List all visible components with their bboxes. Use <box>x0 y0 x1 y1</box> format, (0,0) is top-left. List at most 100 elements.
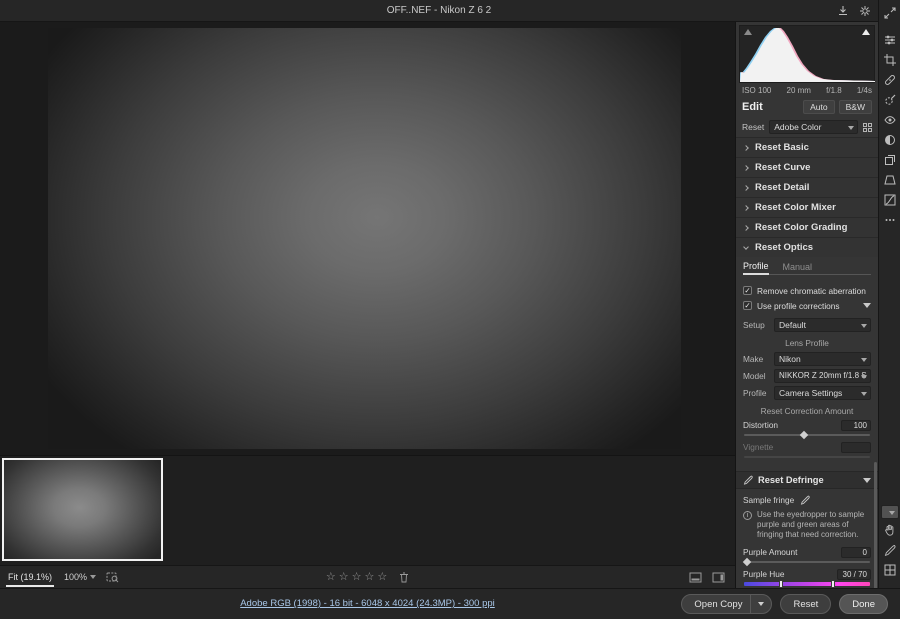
profile-select[interactable]: Adobe Color <box>769 120 858 134</box>
shutter-value: 1/4s <box>856 85 872 95</box>
profile-browser-icon[interactable] <box>863 122 872 132</box>
crop-icon[interactable] <box>881 51 899 69</box>
snapshots-icon[interactable] <box>881 151 899 169</box>
purple-hue-low-thumb[interactable] <box>779 580 784 588</box>
zoom-controls: Fit (19.1%) 100% <box>0 568 119 587</box>
star-rating-5-icon[interactable]: ☆ <box>377 571 387 583</box>
highlight-clipping-icon[interactable] <box>862 29 870 35</box>
distortion-slider-thumb[interactable] <box>800 430 809 440</box>
auto-button[interactable]: Auto <box>803 100 835 114</box>
distortion-slider[interactable] <box>743 430 871 440</box>
edit-sliders-icon[interactable] <box>881 31 899 49</box>
profile-row-label: Reset <box>742 122 765 132</box>
star-rating-3-icon[interactable]: ☆ <box>352 571 362 583</box>
done-button[interactable]: Done <box>839 594 888 614</box>
open-copy-button[interactable]: Open Copy <box>681 594 773 614</box>
purple-hue-high-thumb[interactable] <box>830 580 835 588</box>
footer-bar: Adobe RGB (1998) - 16 bit - 6048 x 4024 … <box>0 588 900 619</box>
tab-manual[interactable]: Manual <box>783 262 813 274</box>
document-title: OFF..NEF - Nikon Z 6 2 <box>386 5 492 16</box>
section-detail[interactable]: Reset Detail <box>736 177 878 197</box>
remove-ca-checkbox[interactable]: ✓ <box>743 286 752 295</box>
model-select[interactable]: NIKKOR Z 20mm f/1.8 S <box>774 368 871 383</box>
remove-ca-label: Remove chromatic aberration <box>757 285 866 296</box>
use-profile-checkbox[interactable]: ✓ <box>743 301 752 310</box>
purple-amount-slider-thumb[interactable] <box>742 557 752 567</box>
vignette-label: Vignette <box>743 442 774 452</box>
sample-fringe-eyedropper-icon[interactable] <box>800 495 810 505</box>
open-copy-menu-icon[interactable] <box>750 595 771 613</box>
red-eye-icon[interactable] <box>881 111 899 129</box>
histogram[interactable] <box>739 25 875 83</box>
masking-brush-icon[interactable] <box>881 91 899 109</box>
camera-raw-window: OFF..NEF - Nikon Z 6 2 Fit (19.1%) 100% … <box>0 0 900 619</box>
distortion-value[interactable]: 100 <box>841 419 871 431</box>
purple-amount-slider[interactable] <box>742 557 871 567</box>
panel-scrollbar[interactable] <box>874 462 877 588</box>
healing-icon[interactable] <box>881 71 899 89</box>
zoom-tool-icon[interactable] <box>880 505 899 519</box>
section-optics-label: Reset Optics <box>755 242 814 253</box>
toggle-filmstrip-icon[interactable] <box>689 572 702 583</box>
star-rating-4-icon[interactable]: ☆ <box>364 571 374 583</box>
curves-icon[interactable] <box>881 191 899 209</box>
profile-corrections-flyout-icon[interactable] <box>863 303 871 308</box>
geometry-icon[interactable] <box>881 171 899 189</box>
shadow-clipping-icon[interactable] <box>744 29 752 35</box>
section-color-mixer[interactable]: Reset Color Mixer <box>736 197 878 217</box>
section-optics[interactable]: Reset Optics <box>736 237 878 257</box>
fullscreen-toggle-icon[interactable] <box>881 4 899 22</box>
purple-amount-row: Purple Amount 0 <box>743 546 871 558</box>
footer-buttons: Open Copy Reset Done <box>681 594 888 614</box>
save-image-icon[interactable] <box>836 4 850 18</box>
make-row: Make Nikon <box>743 351 871 366</box>
presets-icon[interactable] <box>881 131 899 149</box>
distortion-row: Distortion 100 <box>743 419 871 431</box>
more-tools-icon[interactable] <box>881 211 899 229</box>
open-copy-label: Open Copy <box>694 598 743 610</box>
star-rating-1-icon[interactable]: ☆ <box>326 571 336 583</box>
view-toggles <box>689 572 725 583</box>
color-sampler-icon[interactable] <box>881 541 899 559</box>
use-profile-label: Use profile corrections <box>757 300 840 311</box>
section-basic[interactable]: Reset Basic <box>736 137 878 157</box>
reset-button[interactable]: Reset <box>780 594 832 614</box>
hand-tool-icon[interactable] <box>881 521 899 539</box>
mark-for-delete-icon[interactable] <box>399 572 409 583</box>
section-color-grading-label: Reset Color Grading <box>755 222 848 233</box>
defringe-eyedropper-icon <box>743 475 753 485</box>
purple-hue-value[interactable]: 30 / 70 <box>837 568 871 580</box>
tab-profile[interactable]: Profile <box>743 261 769 275</box>
grid-overlay-icon[interactable] <box>881 561 899 579</box>
title-bar: OFF..NEF - Nikon Z 6 2 <box>0 0 878 22</box>
zoom-box-icon[interactable] <box>106 571 119 583</box>
zoom-level-select[interactable]: 100% <box>64 572 97 582</box>
purple-hue-slider[interactable] <box>743 580 871 588</box>
setup-row: Setup Default <box>743 317 871 332</box>
bottom-toolbar: Fit (19.1%) 100% ☆ ☆ ☆ ☆ ☆ <box>0 565 735 588</box>
tool-group-view <box>880 505 899 580</box>
star-rating-2-icon[interactable]: ☆ <box>339 571 349 583</box>
distortion-label: Distortion <box>743 420 779 430</box>
section-color-grading[interactable]: Reset Color Grading <box>736 217 878 237</box>
bw-button[interactable]: B&W <box>838 100 872 114</box>
lens-profile-select[interactable]: Camera Settings <box>774 385 871 400</box>
setup-select[interactable]: Default <box>774 317 871 332</box>
section-detail-label: Reset Detail <box>755 182 810 193</box>
defringe-flyout-icon[interactable] <box>863 477 871 483</box>
image-preview[interactable] <box>48 28 681 449</box>
section-curve[interactable]: Reset Curve <box>736 157 878 177</box>
workflow-options-link[interactable]: Adobe RGB (1998) - 16 bit - 6048 x 4024 … <box>0 598 735 609</box>
titlebar-actions <box>836 4 872 18</box>
preferences-gear-icon[interactable] <box>858 4 872 18</box>
purple-hue-gradient-track <box>744 582 870 586</box>
optics-tabs: Profile Manual <box>743 259 871 275</box>
purple-amount-value[interactable]: 0 <box>841 546 871 558</box>
section-defringe[interactable]: Reset Defringe <box>736 471 878 489</box>
make-select[interactable]: Nikon <box>774 351 871 366</box>
lens-profile-row: Profile Camera Settings <box>743 385 871 400</box>
zoom-fit-button[interactable]: Fit (19.1%) <box>6 568 55 587</box>
edit-panel-title: Edit <box>742 101 763 113</box>
toggle-panels-icon[interactable] <box>712 572 725 583</box>
filmstrip-thumbnail[interactable] <box>2 458 163 561</box>
